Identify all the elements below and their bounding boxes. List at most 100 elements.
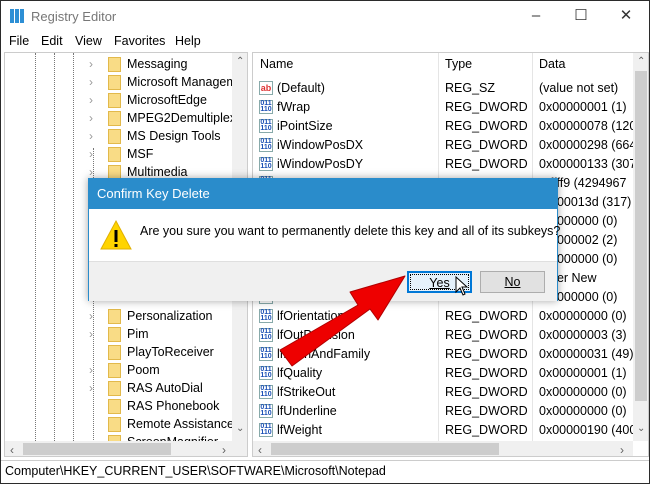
tree-item[interactable]: › MSF (5, 145, 233, 163)
column-header-type[interactable]: Type (445, 57, 472, 71)
binary-value-icon: 011110 (259, 404, 273, 418)
scroll-down-icon[interactable]: ⌄ (236, 423, 244, 434)
value-row[interactable]: 011 110 lfPitchAndFamily REG_DWORD 0x0000003… (253, 345, 634, 364)
tree-item-label: RAS Phonebook (127, 399, 220, 413)
value-data: 0x00000001 (1) (539, 100, 627, 114)
tree-item[interactable]: › MicrosoftEdge (5, 91, 233, 109)
minimize-button[interactable]: – (521, 5, 551, 27)
tree-item[interactable]: RAS Phonebook (5, 397, 233, 415)
value-row[interactable]: 011 110 iWindowPosDY REG_DWORD 0x00000133 (3… (253, 155, 640, 174)
chevron-right-icon[interactable]: › (89, 327, 93, 341)
tree-item[interactable]: › Poom (5, 361, 233, 379)
value-data: 0x00000001 (1) (539, 366, 627, 380)
value-name: iWindowPosDY (277, 157, 364, 171)
value-row[interactable]: 011 110 iPointSize REG_DWORD 0x00000078 (120… (253, 117, 640, 136)
folder-icon (108, 57, 121, 72)
warning-icon (100, 219, 132, 250)
tree-item[interactable]: › Messaging (5, 55, 233, 73)
scroll-left-icon[interactable]: ‹ (10, 443, 14, 456)
folder-icon (108, 111, 121, 126)
mouse-cursor-icon (455, 276, 469, 296)
tree-item[interactable]: › RAS AutoDial (5, 379, 233, 397)
tree-item[interactable]: › Personalization (5, 307, 233, 325)
value-name: (Default) (277, 81, 325, 95)
tree-item[interactable]: › MS Design Tools (5, 127, 233, 145)
no-label: No (504, 275, 521, 289)
folder-icon (108, 327, 121, 342)
status-bar-path: Computer\HKEY_CURRENT_USER\SOFTWARE\Micr… (1, 460, 649, 484)
value-row[interactable]: 011 110 iWindowPosDX REG_DWORD 0x00000298 (6… (253, 136, 640, 155)
scroll-thumb[interactable] (23, 443, 171, 455)
menu-file[interactable]: File (9, 34, 29, 48)
value-type: REG_DWORD (445, 366, 528, 380)
tree-item-label: Pim (127, 327, 149, 341)
binary-value-icon: 011110 (259, 328, 273, 342)
tree-item-label: PlayToReceiver (127, 345, 214, 359)
binary-value-icon: 011110 (259, 385, 273, 399)
tree-item-label: Messaging (127, 57, 188, 71)
chevron-right-icon[interactable]: › (89, 57, 93, 71)
value-name: lfOrientation (277, 309, 345, 323)
value-data: 0x00000078 (120) (539, 119, 641, 133)
value-type: REG_DWORD (445, 423, 528, 437)
menu-edit[interactable]: Edit (41, 34, 63, 48)
value-row[interactable]: 011 110 lfQuality REG_DWORD 0x00000001 (1) (253, 364, 633, 383)
folder-icon (108, 363, 121, 378)
scroll-up-icon[interactable]: ⌃ (637, 56, 645, 67)
no-button[interactable]: No (480, 271, 545, 293)
chevron-right-icon[interactable]: › (89, 381, 93, 395)
value-data: 0000000 (0) (550, 252, 618, 266)
scroll-thumb[interactable] (271, 443, 499, 455)
chevron-right-icon[interactable]: › (89, 129, 93, 143)
scroll-down-icon[interactable]: ⌄ (637, 423, 645, 434)
value-data: 0x00000298 (664) (539, 138, 641, 152)
scroll-right-icon[interactable]: › (222, 443, 226, 456)
menu-bar: File Edit View Favorites Help (1, 33, 649, 51)
menu-favorites[interactable]: Favorites (114, 34, 165, 48)
menu-help[interactable]: Help (175, 34, 201, 48)
value-row[interactable]: 011 110 lfStrikeOut REG_DWORD 0x00000000 (0) (253, 383, 633, 402)
column-header-data[interactable]: Data (539, 57, 565, 71)
value-data: 0x00000190 (400) (539, 423, 641, 437)
tree-item-label: MPEG2Demultiplexe (127, 111, 244, 125)
chevron-right-icon[interactable]: › (89, 93, 93, 107)
value-type: REG_SZ (445, 81, 496, 95)
chevron-right-icon[interactable]: › (89, 309, 93, 323)
close-button[interactable]: ✕ (611, 5, 641, 27)
values-vertical-scrollbar[interactable]: ⌃ ⌄ (633, 53, 648, 441)
value-row[interactable]: ab (Default) REG_SZ (value not set) (253, 79, 633, 98)
confirm-key-delete-dialog: Confirm Key Delete Are you sure you want… (88, 178, 560, 301)
chevron-right-icon[interactable]: › (89, 363, 93, 377)
menu-view[interactable]: View (75, 34, 102, 48)
value-type: REG_DWORD (445, 138, 528, 152)
tree-item[interactable]: Remote Assistance (5, 415, 234, 433)
tree-item[interactable]: › Pim (5, 325, 233, 343)
tree-item[interactable]: › MPEG2Demultiplexe (5, 109, 243, 127)
chevron-right-icon[interactable]: › (89, 165, 93, 179)
value-row[interactable]: 011 110 lfOutPrecision REG_DWORD 0x00000003 … (253, 326, 633, 345)
value-row[interactable]: 011 110 lfOrientation REG_DWORD 0x00000000 (… (253, 307, 633, 326)
scroll-up-icon[interactable]: ⌃ (236, 56, 244, 67)
chevron-right-icon[interactable]: › (89, 75, 93, 89)
tree-item-label: MS Design Tools (127, 129, 221, 143)
folder-icon (108, 417, 121, 432)
tree-item[interactable]: PlayToReceiver (5, 343, 233, 361)
tree-item-label: Remote Assistance (127, 417, 234, 431)
values-horizontal-scrollbar[interactable]: ‹ › (253, 441, 633, 456)
value-row[interactable]: 011 110 lfWeight REG_DWORD 0x00000190 (400) (253, 421, 640, 440)
chevron-right-icon[interactable]: › (89, 111, 93, 125)
scroll-right-icon[interactable]: › (620, 443, 624, 456)
folder-icon (108, 345, 121, 360)
tree-horizontal-scrollbar[interactable]: ‹ › (5, 441, 247, 456)
maximize-button[interactable]: ☐ (566, 5, 596, 27)
tree-item[interactable]: › Microsoft Managem (5, 73, 237, 91)
value-type: REG_DWORD (445, 347, 528, 361)
chevron-right-icon[interactable]: › (89, 147, 93, 161)
scroll-left-icon[interactable]: ‹ (258, 443, 262, 456)
scroll-thumb[interactable] (635, 71, 647, 401)
window-title: Registry Editor (31, 9, 117, 24)
value-row[interactable]: 011 110 lfUnderline REG_DWORD 0x00000000 (0) (253, 402, 633, 421)
value-name: lfQuality (277, 366, 323, 380)
column-header-name[interactable]: Name (260, 57, 293, 71)
value-row[interactable]: 011 110 fWrap REG_DWORD 0x00000001 (1) (253, 98, 633, 117)
